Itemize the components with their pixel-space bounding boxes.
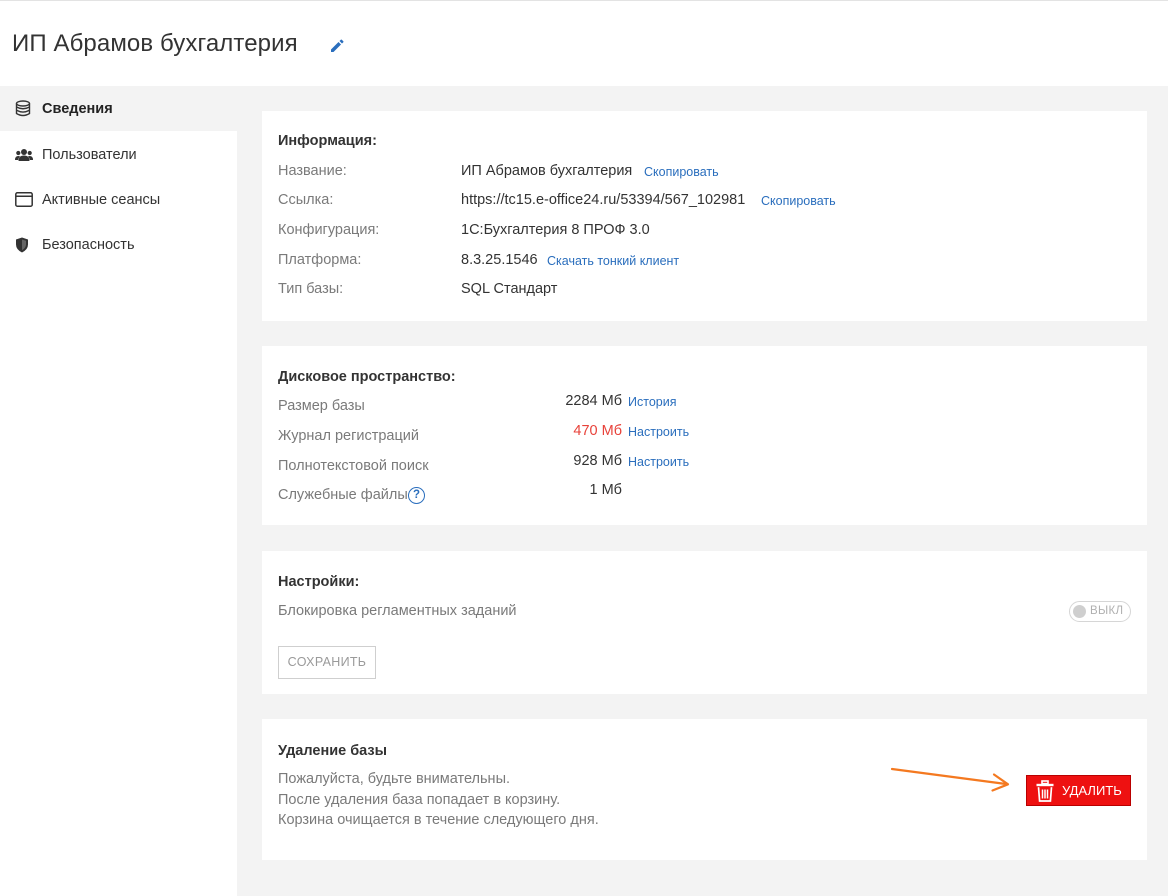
settings-title: Настройки: — [278, 574, 360, 590]
toggle-knob — [1073, 605, 1086, 618]
copy-url-link[interactable]: Скопировать — [761, 194, 836, 208]
trash-icon — [1036, 779, 1054, 802]
disk-value-size: 2284 Мб — [565, 393, 622, 409]
delete-warning-line: Пожалуйста, будьте внимательны. — [278, 771, 511, 787]
page-header: ИП Абрамов бухгалтерия — [0, 1, 1168, 86]
download-client-link[interactable]: Скачать тонкий клиент — [547, 254, 679, 268]
delete-title: Удаление базы — [278, 743, 388, 759]
disk-label-service: Служебные файлы — [278, 487, 408, 503]
info-value-config: 1С:Бухгалтерия 8 ПРОФ 3.0 — [461, 222, 650, 238]
info-label-name: Название: — [278, 163, 347, 179]
pencil-icon[interactable] — [329, 38, 345, 54]
info-value-platform: 8.3.25.1546 — [461, 252, 538, 268]
shield-icon — [15, 236, 35, 254]
sidebar: Сведения Пользователи Активные сеансы Бе… — [0, 86, 237, 896]
info-value-name: ИП Абрамов бухгалтерия — [461, 163, 633, 179]
info-card: Информация: Название: ИП Абрамов бухгалт… — [262, 111, 1147, 321]
delete-warning-line: Корзина очищается в течение следующего д… — [278, 812, 599, 828]
disk-value-service: 1 Мб — [589, 482, 622, 498]
configure-journal-link[interactable]: Настроить — [628, 425, 689, 439]
block-tasks-toggle[interactable]: ВЫКЛ — [1069, 601, 1131, 622]
configure-fulltext-link[interactable]: Настроить — [628, 455, 689, 469]
page-title: ИП Абрамов бухгалтерия — [12, 30, 298, 57]
info-title: Информация: — [278, 133, 377, 149]
sidebar-item-info[interactable]: Сведения — [0, 86, 237, 131]
sidebar-item-sessions[interactable]: Активные сеансы — [0, 177, 237, 222]
delete-button[interactable]: УДАЛИТЬ — [1026, 775, 1131, 806]
settings-card: Настройки: Блокировка регламентных задан… — [262, 551, 1147, 694]
sidebar-item-label: Сведения — [42, 100, 113, 117]
save-button[interactable]: СОХРАНИТЬ — [278, 646, 376, 679]
sidebar-item-users[interactable]: Пользователи — [0, 132, 237, 177]
history-link[interactable]: История — [628, 395, 676, 409]
info-label-platform: Платформа: — [278, 252, 362, 268]
disk-value-journal: 470 Мб — [573, 423, 622, 439]
copy-name-link[interactable]: Скопировать — [644, 165, 719, 179]
sidebar-item-label: Безопасность — [42, 236, 135, 253]
disk-label-journal: Журнал регистраций — [278, 428, 419, 444]
info-label-dbtype: Тип базы: — [278, 281, 344, 297]
users-icon — [15, 146, 35, 164]
database-icon — [15, 100, 35, 118]
disk-label-fulltext: Полнотекстовой поиск — [278, 458, 429, 474]
toggle-state-label: ВЫКЛ — [1090, 605, 1124, 617]
arrow-annotation-icon — [890, 767, 1010, 792]
sidebar-item-label: Пользователи — [42, 146, 137, 163]
info-label-config: Конфигурация: — [278, 222, 380, 238]
help-icon[interactable]: ? — [408, 487, 425, 504]
info-label-url: Ссылка: — [278, 192, 334, 208]
info-value-url: https://tc15.e-office24.ru/53394/567_102… — [461, 192, 746, 208]
delete-button-label: УДАЛИТЬ — [1062, 783, 1122, 798]
disk-value-fulltext: 928 Мб — [573, 453, 622, 469]
window-icon — [15, 191, 35, 209]
disk-label-size: Размер базы — [278, 398, 365, 414]
info-value-dbtype: SQL Стандарт — [461, 281, 558, 297]
sidebar-item-label: Активные сеансы — [42, 191, 161, 208]
block-tasks-label: Блокировка регламентных заданий — [278, 603, 517, 619]
disk-card: Дисковое пространство: Размер базы 2284 … — [262, 346, 1147, 525]
sidebar-item-security[interactable]: Безопасность — [0, 222, 237, 267]
disk-title: Дисковое пространство: — [278, 369, 456, 385]
delete-warning-line: После удаления база попадает в корзину. — [278, 792, 561, 808]
